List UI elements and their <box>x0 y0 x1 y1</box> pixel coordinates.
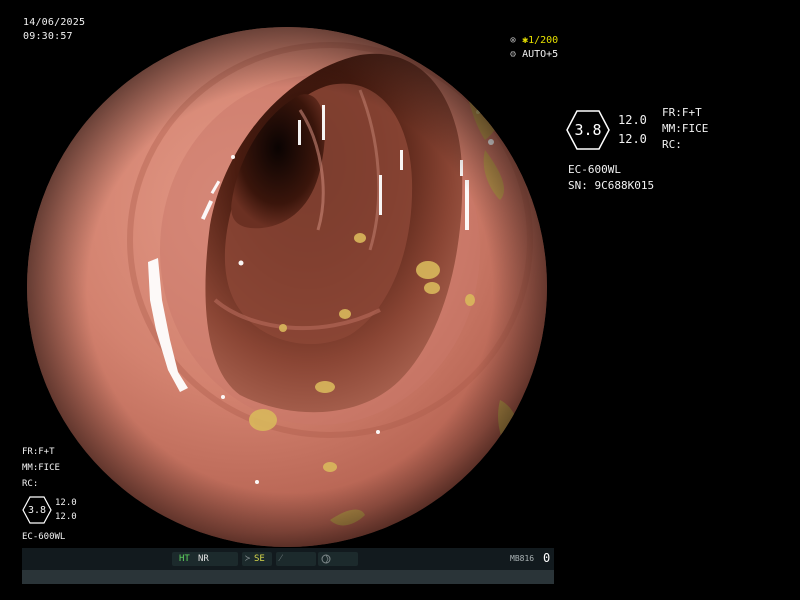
frame-counter: 0 <box>543 551 551 565</box>
iris-icon: ⚙ <box>510 49 517 60</box>
brightness-chip: ⁄ <box>276 552 316 566</box>
value-1: 12.0 <box>618 113 647 127</box>
bl-setting-mm: MM:FICE <box>22 463 60 473</box>
status-bar: HT NR ≻ SE ⁄ MB816 0 <box>22 548 554 584</box>
shutter-speed: 1/200 <box>528 35 559 46</box>
bl-setting-rc: RC: <box>22 479 39 489</box>
shutter-icon: ⊗ <box>510 35 517 46</box>
hex-value: 3.8 <box>574 121 602 139</box>
shutter-indicator: ⊗ ✱1/200 <box>510 34 558 48</box>
se-label: SE <box>254 554 265 564</box>
bl-hex-badge: 3.8 <box>22 496 52 524</box>
structure-icon: ≻ <box>245 554 251 564</box>
time-text: 09:30:57 <box>23 31 73 42</box>
aperture-icon <box>321 554 331 564</box>
status-bar-bottom <box>22 570 554 584</box>
ht-nr-chip: HT NR <box>172 552 238 566</box>
capture-chip <box>318 552 358 566</box>
bl-setting-fr: FR:F+T <box>22 447 55 457</box>
nr-label: NR <box>198 554 209 564</box>
bl-value-list: 12.0 12.0 <box>55 496 77 524</box>
settings-list: FR:F+T MM:FICE RC: <box>662 105 708 153</box>
mb-code: MB816 <box>510 554 535 563</box>
bottom-left-info: FR:F+T MM:FICE RC: 3.8 12.0 12.0 EC-600W… <box>22 444 102 544</box>
status-bar-top: HT NR ≻ SE ⁄ MB816 0 <box>22 548 554 570</box>
endoscope-image <box>27 27 547 547</box>
bl-hex-value: 3.8 <box>27 504 47 516</box>
setting-fr: FR:F+T <box>662 106 702 119</box>
bl-value-2: 12.0 <box>55 512 77 522</box>
date-time-display: 14/06/2025 09:30:57 <box>23 16 85 44</box>
serial-number: SN: 9C688K015 <box>568 179 655 192</box>
value-2: 12.0 <box>618 132 647 146</box>
bl-value-1: 12.0 <box>55 498 77 508</box>
iris-indicator: ⚙ AUTO+5 <box>510 48 558 62</box>
date-text: 14/06/2025 <box>23 17 86 28</box>
info-panel: 3.8 12.0 12.0 FR:F+T MM:FICE RC: EC-600W… <box>566 105 786 203</box>
exposure-indicators: ⊗ ✱1/200 ⚙ AUTO+5 <box>510 34 558 62</box>
iris-mode: AUTO+5 <box>522 49 559 60</box>
hex-badge: 3.8 <box>566 110 610 150</box>
value-list: 12.0 12.0 <box>618 111 647 149</box>
scope-model: EC-600WL <box>568 163 621 176</box>
setting-mm: MM:FICE <box>662 122 709 135</box>
setting-rc: RC: <box>662 138 682 151</box>
ht-label: HT <box>179 554 190 564</box>
slash-icon: ⁄ <box>280 554 282 564</box>
se-chip: ≻ SE <box>242 552 272 566</box>
bl-scope-model: EC-600WL <box>22 532 66 542</box>
